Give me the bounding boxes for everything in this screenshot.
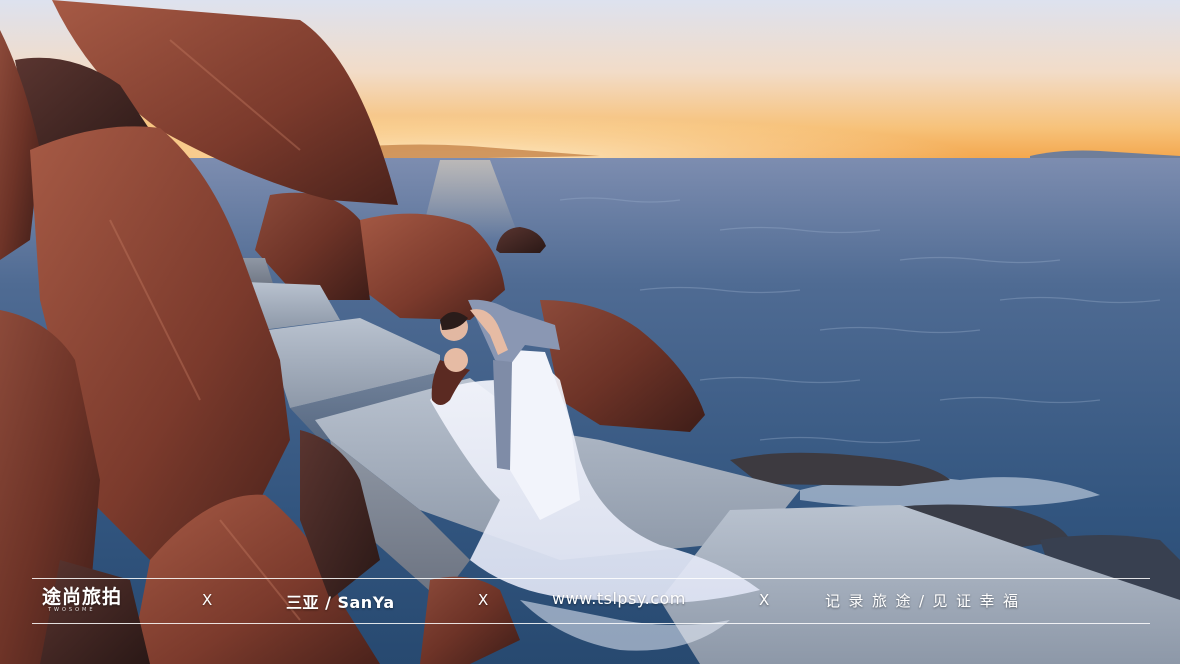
separator-x: X bbox=[202, 591, 213, 609]
brand-logo-subtitle: TWOSOME bbox=[48, 607, 96, 613]
separator-x: X bbox=[759, 591, 770, 609]
wedding-photo bbox=[0, 0, 1180, 664]
brand-logo: 途尚旅拍 bbox=[42, 586, 123, 608]
watermark-banner: 途尚旅拍 TWOSOME X 三亚 / SanYa X www.tslpsy.c… bbox=[32, 578, 1150, 624]
separator-x: X bbox=[478, 591, 489, 609]
website-url: www.tslpsy.com bbox=[552, 589, 686, 608]
slogan-text: 记录旅途/见证幸福 bbox=[825, 592, 1027, 610]
location-label: 三亚 / SanYa bbox=[286, 593, 395, 612]
